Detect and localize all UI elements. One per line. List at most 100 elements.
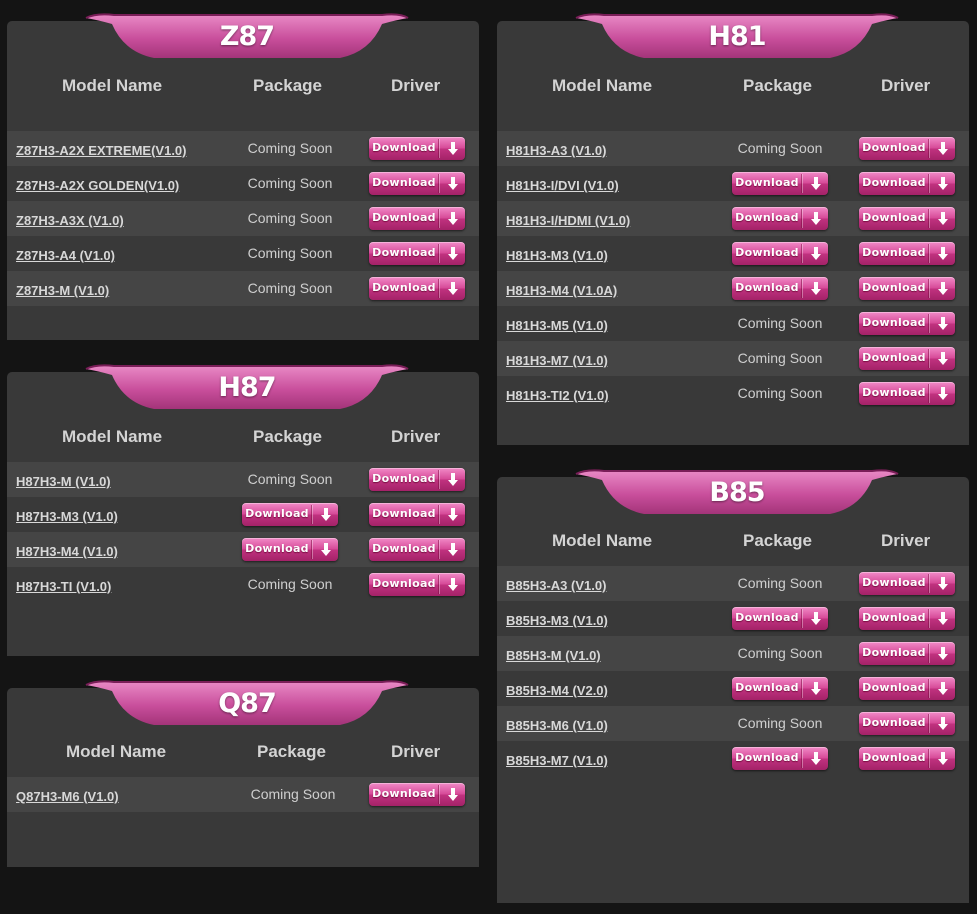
download-button-label: Download [735,281,799,294]
download-arrow-icon [804,277,828,300]
download-button-label: Download [372,211,436,224]
package-status: Coming Soon [250,786,336,802]
button-divider [802,209,803,228]
driver-download-button[interactable]: Download [859,382,955,405]
driver-download-button[interactable]: Download [369,207,465,230]
model-name-link[interactable]: B85H3-M4 (V2.0) [506,671,608,706]
driver-download-button[interactable]: Download [859,642,955,665]
download-arrow-icon [931,677,955,700]
model-name-link[interactable]: B85H3-M7 (V1.0) [506,741,608,776]
driver-download-button[interactable]: Download [859,712,955,735]
table-row: H87H3-TI (V1.0) Coming Soon Download [7,567,479,602]
driver-download-button[interactable]: Download [859,677,955,700]
download-button-label: Download [862,611,926,624]
driver-download-button[interactable]: Download [859,207,955,230]
panel-title: Q87 [218,688,277,719]
model-name-link[interactable]: Q87H3-M6 (V1.0) [16,777,119,812]
package-status: Coming Soon [737,715,823,731]
chipset-panel-b85: B85 Model Name Package Driver B85H3-A3 (V1.0… [497,469,969,903]
column-header-model-name: Model Name [552,76,653,95]
driver-download-button[interactable]: Download [369,503,465,526]
table-row: H81H3-M7 (V1.0) Coming Soon Download [497,341,969,376]
button-divider [929,714,930,733]
driver-download-button[interactable]: Download [369,468,465,491]
package-download-button[interactable]: Download [732,607,828,630]
column-header-package: Package [743,531,812,550]
driver-download-button[interactable]: Download [859,572,955,595]
driver-download-button[interactable]: Download [859,347,955,370]
package-download-button[interactable]: Download [732,747,828,770]
model-name-link[interactable]: H87H3-M3 (V1.0) [16,497,118,532]
driver-download-button[interactable]: Download [859,172,955,195]
driver-download-button[interactable]: Download [369,783,465,806]
driver-download-button[interactable]: Download [859,277,955,300]
download-arrow-icon [441,242,465,265]
package-download-button[interactable]: Download [732,207,828,230]
package-download-button[interactable]: Download [732,677,828,700]
model-name-link[interactable]: B85H3-A3 (V1.0) [506,566,606,601]
model-name-link[interactable]: B85H3-M6 (V1.0) [506,706,608,741]
driver-download-button[interactable]: Download [859,747,955,770]
download-button-label: Download [735,681,799,694]
button-divider [929,384,930,403]
package-download-button[interactable]: Download [242,538,338,561]
download-button-label: Download [372,176,436,189]
model-name-link[interactable]: H87H3-M (V1.0) [16,462,111,497]
driver-download-button[interactable]: Download [859,242,955,265]
download-arrow-icon [804,607,828,630]
model-name-link[interactable]: H87H3-TI (V1.0) [16,567,111,602]
button-divider [439,174,440,193]
model-name-link[interactable]: Z87H3-A4 (V1.0) [16,236,115,271]
table-row: B85H3-M7 (V1.0) Download Download [497,741,969,776]
model-name-link[interactable]: Z87H3-A2X EXTREME(V1.0) [16,131,187,166]
download-arrow-icon [804,207,828,230]
model-name-link[interactable]: H81H3-TI2 (V1.0) [506,376,609,411]
panel-title: H87 [218,372,276,403]
table-row: H81H3-I/HDMI (V1.0) Download Download [497,201,969,236]
package-status: Coming Soon [247,210,333,226]
driver-download-button[interactable]: Download [859,312,955,335]
model-name-link[interactable]: H87H3-M4 (V1.0) [16,532,118,567]
model-name-link[interactable]: B85H3-M (V1.0) [506,636,601,671]
download-button-label: Download [862,716,926,729]
driver-download-button[interactable]: Download [369,242,465,265]
column-header-model-name: Model Name [66,742,167,761]
model-name-link[interactable]: Z87H3-A3X (V1.0) [16,201,124,236]
download-button-label: Download [245,507,309,520]
model-name-link[interactable]: B85H3-M3 (V1.0) [506,601,608,636]
driver-download-button[interactable]: Download [369,172,465,195]
model-name-link[interactable]: H81H3-M4 (V1.0A) [506,271,617,306]
download-button-label: Download [372,472,436,485]
download-button-label: Download [372,577,436,590]
driver-download-button[interactable]: Download [369,277,465,300]
driver-download-button[interactable]: Download [369,573,465,596]
model-name-link[interactable]: H81H3-M3 (V1.0) [506,236,608,271]
driver-download-button[interactable]: Download [859,607,955,630]
model-name-link[interactable]: H81H3-A3 (V1.0) [506,131,606,166]
column-header-driver: Driver [881,76,931,95]
model-name-link[interactable]: Z87H3-M (V1.0) [16,271,109,306]
driver-download-button[interactable]: Download [859,137,955,160]
download-arrow-icon [931,242,955,265]
download-button-label: Download [735,246,799,259]
package-download-button[interactable]: Download [732,172,828,195]
column-header-driver: Driver [391,742,441,761]
model-name-link[interactable]: H81H3-M7 (V1.0) [506,341,608,376]
download-arrow-icon [441,573,465,596]
package-download-button[interactable]: Download [242,503,338,526]
download-button-label: Download [372,246,436,259]
download-arrow-icon [314,538,338,561]
button-divider [929,314,930,333]
model-name-link[interactable]: H81H3-I/HDMI (V1.0) [506,201,630,236]
model-name-link[interactable]: H81H3-I/DVI (V1.0) [506,166,619,201]
download-arrow-icon [804,172,828,195]
driver-download-button[interactable]: Download [369,538,465,561]
package-download-button[interactable]: Download [732,242,828,265]
package-download-button[interactable]: Download [732,277,828,300]
model-name-link[interactable]: Z87H3-A2X GOLDEN(V1.0) [16,166,179,201]
driver-download-button[interactable]: Download [369,137,465,160]
package-status: Coming Soon [247,576,333,592]
model-name-link[interactable]: H81H3-M5 (V1.0) [506,306,608,341]
panel-ribbon: Q87 [82,679,412,727]
download-arrow-icon [931,642,955,665]
